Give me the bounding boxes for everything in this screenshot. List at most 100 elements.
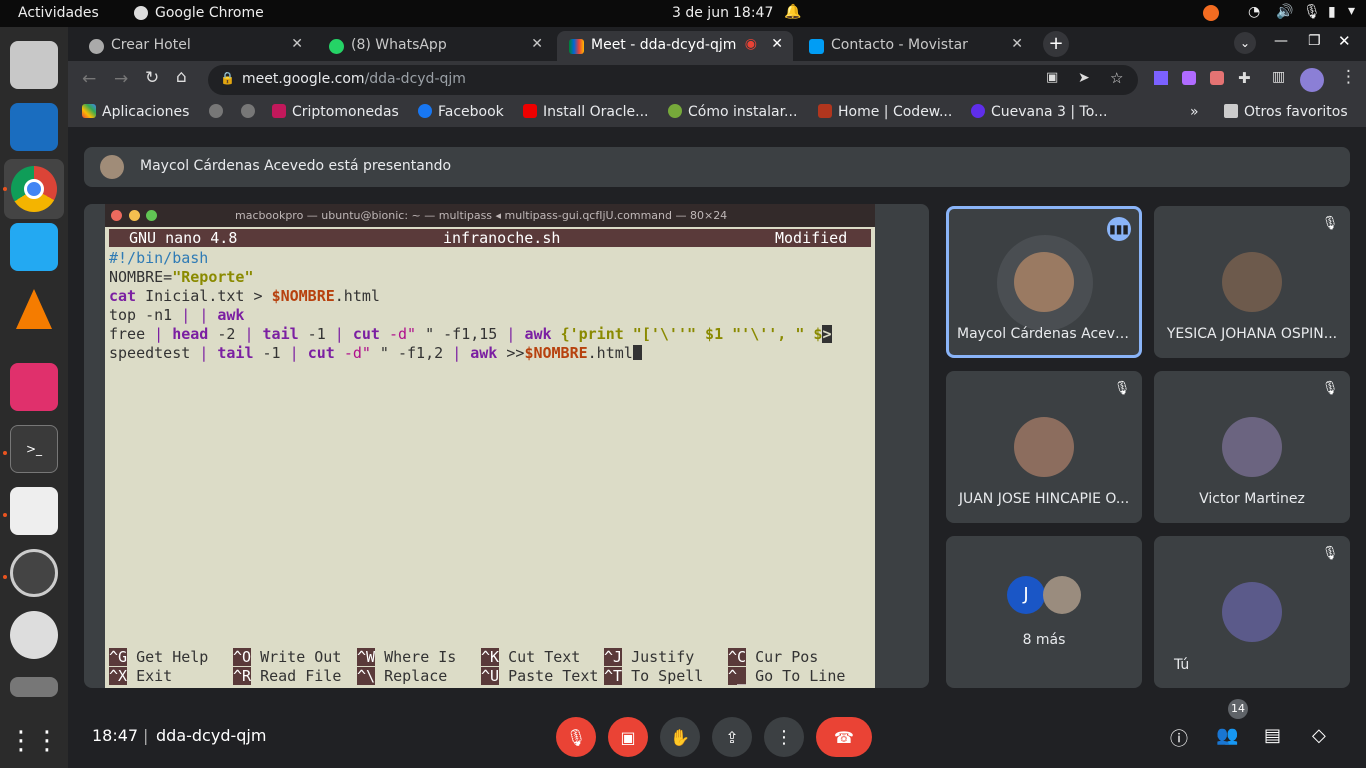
wifi-icon: ◔	[1248, 4, 1261, 20]
nano-status: Modified	[775, 229, 848, 247]
software-center-icon[interactable]	[10, 549, 58, 597]
chrome-dock-icon[interactable]	[4, 159, 64, 219]
code-area[interactable]: #!/bin/bash NOMBRE="Reporte" cat Inicial…	[109, 249, 832, 363]
bookmark-criptomonedas[interactable]: Criptomonedas	[272, 104, 399, 120]
nano-shortcuts-row2: ^X Exit	[109, 667, 173, 685]
participant-tile[interactable]: 🎙 YESICA JOHANA OSPIN...	[1154, 206, 1350, 358]
mic-toggle-button[interactable]: 🎙	[556, 717, 596, 757]
close-icon[interactable]: ✕	[1011, 36, 1023, 52]
close-light	[111, 210, 122, 221]
bookmark-cuevana[interactable]: Cuevana 3 | To...	[971, 104, 1107, 120]
app-menu[interactable]: Google Chrome	[155, 5, 264, 21]
date[interactable]: 3 de jun	[672, 5, 729, 21]
browser-toolbar: ← → ↻ ⌂ 🔒 meet.google.com/dda-dcyd-qjm ▣…	[68, 61, 1366, 99]
profile-avatar[interactable]	[1300, 68, 1324, 92]
clock[interactable]: 18:47	[733, 5, 773, 21]
back-icon[interactable]: ←	[82, 69, 96, 89]
bookmarks-overflow-icon[interactable]: »	[1190, 104, 1199, 120]
nano-shortcut: ^U Paste Text	[481, 667, 599, 685]
maximize-icon[interactable]: ❐	[1308, 33, 1321, 49]
bookmark-oracle[interactable]: Install Oracle...	[523, 104, 649, 120]
leave-call-button[interactable]: ☎	[816, 717, 872, 757]
activities-button[interactable]: Actividades	[18, 5, 99, 21]
more-options-button[interactable]: ⋮	[764, 717, 804, 757]
puzzle-icon[interactable]: ✚	[1238, 69, 1251, 87]
lock-icon: 🔒	[220, 71, 235, 85]
bookmark-other[interactable]: Otros favoritos	[1224, 104, 1348, 120]
people-icon[interactable]: 👥	[1216, 725, 1240, 749]
more-icon[interactable]: ⋮	[1340, 67, 1357, 87]
extension-red-icon[interactable]	[1210, 71, 1224, 85]
participant-tile[interactable]: 🎙 JUAN JOSE HINCAPIE O...	[946, 371, 1142, 523]
mic-off-icon: 🎙	[1113, 381, 1131, 396]
tab-meet[interactable]: Meet - dda-dcyd-qjm ◉ ✕	[557, 31, 793, 61]
more-participants-tile[interactable]: J 8 más	[946, 536, 1142, 688]
meet-controls: 18:47 | dda-dcyd-qjm 🎙 ▣ ✋ ⇪ ⋮ ☎ ⓘ 👥 14 …	[68, 699, 1366, 768]
close-icon[interactable]: ✕	[291, 36, 303, 52]
send-icon[interactable]: ➤	[1078, 70, 1090, 86]
top-bar: Actividades Google Chrome 3 de jun 18:47…	[0, 0, 1366, 27]
writer-icon[interactable]	[10, 103, 58, 151]
files-icon[interactable]	[10, 41, 58, 89]
bookmark-label: Install Oracle...	[543, 104, 649, 120]
tab-search-icon[interactable]: ⌄	[1234, 32, 1256, 54]
close-icon[interactable]: ✕	[771, 36, 783, 52]
drive-icon[interactable]	[10, 677, 58, 697]
bookmark-globe[interactable]	[209, 104, 229, 120]
tab-movistar[interactable]: Contacto - Movistar ✕	[797, 31, 1033, 61]
bookmark-apps[interactable]: Aplicaciones	[82, 104, 189, 120]
bookmark-label: Aplicaciones	[102, 104, 190, 120]
raise-hand-button[interactable]: ✋	[660, 717, 700, 757]
reload-icon[interactable]: ↻	[145, 68, 159, 88]
home-icon[interactable]: ⌂	[176, 67, 187, 87]
forward-icon[interactable]: →	[114, 69, 128, 89]
system-menu-icon[interactable]: ▾	[1348, 3, 1355, 19]
globe-icon	[241, 104, 255, 118]
address-bar[interactable]: 🔒 meet.google.com/dda-dcyd-qjm ▣ ➤ ☆	[208, 65, 1138, 95]
nano-shortcuts-row1: ^G Get Help	[109, 648, 209, 666]
presenting-text: Maycol Cárdenas Acevedo está presentando	[140, 158, 452, 174]
avatar	[1222, 252, 1282, 312]
vscode-icon[interactable]	[10, 223, 58, 271]
bookmark-star-icon[interactable]: ☆	[1110, 69, 1123, 87]
meeting-code: dda-dcyd-qjm	[156, 726, 267, 745]
bookmark-facebook[interactable]: Facebook	[418, 104, 504, 120]
show-apps-icon[interactable]: ⋮⋮	[8, 717, 60, 765]
activities-icon[interactable]: ◇	[1312, 725, 1336, 749]
terminal-icon[interactable]: >_	[10, 425, 58, 473]
bookmark-como-instalar[interactable]: Cómo instalar...	[668, 104, 797, 120]
participant-name: Victor Martinez	[1199, 491, 1305, 507]
self-tile[interactable]: 🎙 Tú	[1154, 536, 1350, 688]
participant-name: JUAN JOSE HINCAPIE O...	[958, 491, 1130, 507]
participant-tile[interactable]: 🎙 Victor Martinez	[1154, 371, 1350, 523]
intellij-icon[interactable]	[10, 363, 58, 411]
app-indicator-icon[interactable]	[1203, 5, 1219, 21]
minimize-icon[interactable]: —	[1274, 33, 1288, 49]
present-button[interactable]: ⇪	[712, 717, 752, 757]
vlc-icon[interactable]	[10, 285, 58, 333]
tab-whatsapp[interactable]: (8) WhatsApp ✕	[317, 31, 553, 61]
extension-icon[interactable]	[1154, 71, 1168, 85]
info-icon[interactable]: ⓘ	[1170, 725, 1194, 750]
shared-terminal: macbookpro — ubuntu@bionic: ~ — multipas…	[105, 204, 875, 688]
chat-icon[interactable]: ▤	[1264, 725, 1288, 749]
extension-pen-icon[interactable]	[1182, 71, 1196, 85]
disc-icon[interactable]	[10, 611, 58, 659]
avatar	[1222, 417, 1282, 477]
participant-tile[interactable]: ▮▮▮ Maycol Cárdenas Aceve...	[946, 206, 1142, 358]
terminal-title: macbookpro — ubuntu@bionic: ~ — multipas…	[235, 209, 728, 222]
bookmark-codewars[interactable]: Home | Codew...	[818, 104, 952, 120]
tab-crear-hotel[interactable]: Crear Hotel ✕	[77, 31, 313, 61]
nano-version: GNU nano 4.8	[129, 229, 238, 247]
close-window-icon[interactable]: ✕	[1338, 32, 1351, 50]
text-editor-icon[interactable]	[10, 487, 58, 535]
close-icon[interactable]: ✕	[531, 36, 543, 52]
bookmark-label: Cómo instalar...	[688, 104, 798, 120]
camera-blocked-icon[interactable]: ▣	[1046, 70, 1058, 85]
side-panel-icon[interactable]: ▥	[1272, 69, 1285, 85]
globe-icon	[209, 104, 223, 118]
new-tab-button[interactable]: +	[1043, 31, 1069, 57]
bookmark-globe-2[interactable]	[241, 104, 261, 120]
camera-toggle-button[interactable]: ▣	[608, 717, 648, 757]
mic-off-icon: 🎙	[1321, 216, 1339, 231]
